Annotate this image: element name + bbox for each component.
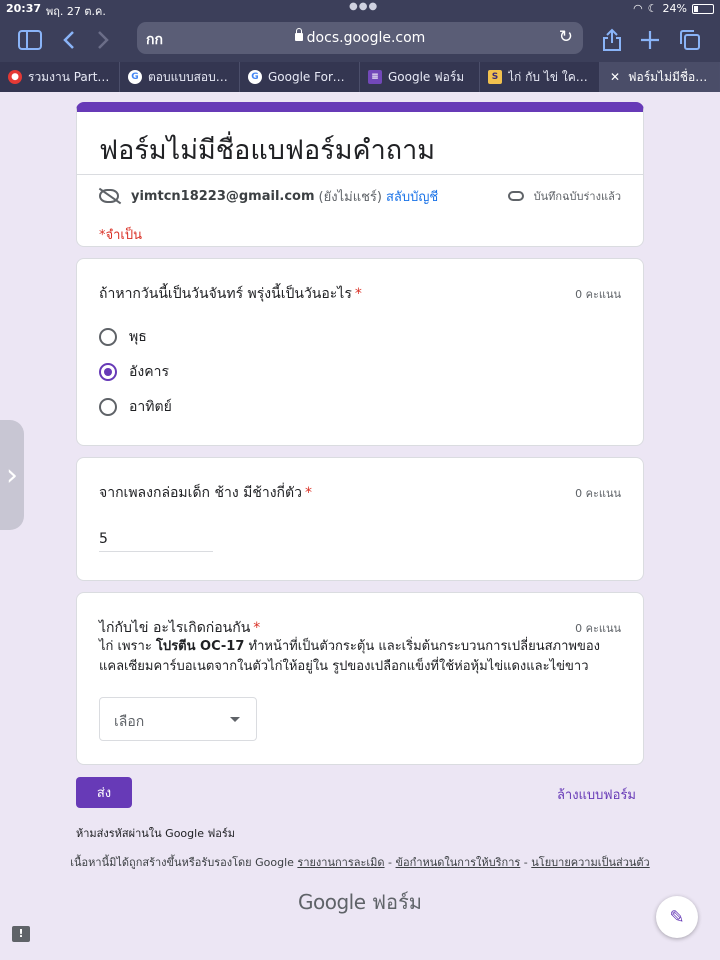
option-label: อาทิตย์: [129, 399, 172, 415]
browser-tab[interactable]: ● รวมงาน Part T...: [0, 62, 120, 92]
required-star: *: [354, 286, 362, 302]
question-card: ไก่กับไข่ อะไรเกิดก่อนกัน * 0 คะแนน ไก่ เ…: [76, 592, 644, 765]
question-title: ไก่กับไข่ อะไรเกิดก่อนกัน *: [99, 620, 261, 636]
submit-button[interactable]: ส่ง: [76, 777, 132, 808]
account-row: yimtcn18223@gmail.com (ยังไม่แชร์) สลับบ…: [99, 185, 621, 207]
form-title: ฟอร์มไม่มีชื่อแบฟอร์มคำถาม: [99, 135, 436, 166]
account-email: yimtcn18223@gmail.com: [131, 188, 315, 204]
question-card: ถ้าหากวันนี้เป็นวันจันทร์ พรุ่งนี้เป็นวั…: [76, 258, 644, 446]
clear-form-link[interactable]: ล้างแบบฟอร์ม: [557, 784, 636, 805]
battery-icon: [692, 3, 714, 14]
google-g-icon: G: [248, 70, 262, 84]
reload-icon[interactable]: ↻: [559, 27, 573, 47]
switch-account-link[interactable]: สลับบัญชี: [386, 186, 438, 207]
cloud-icon: [507, 191, 524, 201]
choice-dropdown[interactable]: เลือก: [99, 697, 257, 741]
question-points: 0 คะแนน: [575, 622, 621, 635]
eye-off-icon: [99, 189, 119, 203]
tab-title: ไก่ กับ ไข่ ใครเ...: [508, 69, 591, 84]
google-forms-logo: Google ฟอร์ม: [298, 890, 422, 914]
short-answer-input[interactable]: 5: [99, 528, 213, 552]
browser-tab[interactable]: G ตอบแบบสอบถ...: [120, 62, 240, 92]
password-warning: ห้ามส่งรหัสผ่านใน Google ฟอร์ม: [76, 827, 236, 840]
question-title: ถ้าหากวันนี้เป็นวันจันทร์ พรุ่งนี้เป็นวั…: [99, 286, 362, 302]
option-label: พุธ: [129, 329, 147, 345]
radio-button-selected[interactable]: [99, 363, 117, 381]
radio-button[interactable]: [99, 398, 117, 416]
browser-tab[interactable]: ≡ Google ฟอร์ม: [360, 62, 480, 92]
status-bar: 20:37 พฤ. 27 ต.ค. ●●● ◠ ☾ 24%: [0, 0, 720, 18]
privacy-link[interactable]: นโยบายความเป็นส่วนตัว: [531, 856, 649, 869]
multitask-dots-icon[interactable]: ●●●: [349, 1, 378, 12]
caret-down-icon: [230, 717, 240, 722]
browser-tab[interactable]: G Google Form...: [240, 62, 360, 92]
tabs-overview-icon[interactable]: [676, 26, 704, 54]
battery-percent: 24%: [662, 2, 687, 15]
radio-option[interactable]: อาทิตย์: [99, 397, 172, 417]
moon-icon: ☾: [647, 2, 658, 15]
terms-link[interactable]: ข้อกำหนดในการให้บริการ: [396, 856, 521, 869]
google-g-icon: G: [128, 70, 142, 84]
required-star: *: [304, 485, 312, 501]
question-points: 0 คะแนน: [575, 487, 621, 500]
disclaimer-text: เนื้อหานี้มิได้ถูกสร้างขึ้นหรือรับรองโดย…: [70, 856, 294, 869]
divider: [77, 174, 643, 175]
draft-status: บันทึกฉบับร่างแล้ว: [507, 187, 621, 205]
tab-title: ฟอร์มไม่มีชื่อแ...: [628, 69, 711, 84]
disclaimer: เนื้อหานี้มิได้ถูกสร้างขึ้นหรือรับรองโดย…: [70, 856, 650, 869]
question-card: จากเพลงกล่อมเด็ก ช้าง มีช้างกี่ตัว * 0 คะ…: [76, 457, 644, 581]
sidebar-icon[interactable]: [16, 26, 44, 54]
tab-title: Google ฟอร์ม: [388, 69, 465, 84]
browser-tab[interactable]: S ไก่ กับ ไข่ ใครเ...: [480, 62, 600, 92]
question-description: ไก่ เพราะ โปรตีน OC-17 ทำหน้าที่เป็นตัวก…: [99, 639, 601, 674]
google-forms-icon: ≡: [368, 70, 382, 84]
question-points: 0 คะแนน: [575, 288, 621, 301]
required-note: *จำเป็น: [99, 228, 142, 243]
lock-icon: [294, 28, 303, 41]
red-app-icon: ●: [8, 70, 22, 84]
edit-pencil-icon[interactable]: ✎: [656, 896, 698, 938]
address-url[interactable]: docs.google.com: [137, 28, 583, 46]
radio-option[interactable]: อังคาร: [99, 362, 169, 382]
tab-title: รวมงาน Part T...: [28, 69, 111, 84]
tab-title: ตอบแบบสอบถ...: [148, 69, 231, 84]
back-icon[interactable]: [55, 26, 83, 54]
close-icon[interactable]: ✕: [608, 70, 622, 84]
browser-toolbar: กก docs.google.com ↻: [0, 18, 720, 62]
question-title: จากเพลงกล่อมเด็ก ช้าง มีช้างกี่ตัว *: [99, 485, 312, 501]
forward-icon[interactable]: [89, 26, 117, 54]
radio-button[interactable]: [99, 328, 117, 346]
description-bold: โปรตีน OC-17: [155, 639, 245, 654]
radio-option[interactable]: พุธ: [99, 327, 147, 347]
tab-bar: ● รวมงาน Part T... G ตอบแบบสอบถ... G Goo…: [0, 62, 720, 92]
option-label: อังคาร: [129, 364, 169, 380]
required-star: *: [253, 620, 261, 636]
report-abuse-link[interactable]: รายงานการละเมิด: [297, 856, 384, 869]
share-icon[interactable]: [598, 26, 626, 54]
site-icon: S: [488, 70, 502, 84]
form-header-card: ฟอร์มไม่มีชื่อแบฟอร์มคำถาม yimtcn18223@g…: [76, 102, 644, 247]
account-note: (ยังไม่แชร์): [318, 189, 382, 205]
dropdown-placeholder: เลือก: [114, 714, 145, 730]
status-time: 20:37: [6, 2, 42, 15]
wifi-icon: ◠: [633, 2, 643, 15]
url-text: docs.google.com: [306, 30, 426, 46]
draft-status-text: บันทึกฉบับร่างแล้ว: [533, 190, 621, 203]
chevron-right-icon: ›: [6, 457, 18, 493]
tab-title: Google Form...: [268, 70, 351, 84]
new-tab-icon[interactable]: [636, 26, 664, 54]
report-icon[interactable]: !: [12, 926, 30, 942]
side-panel-handle[interactable]: ›: [0, 420, 24, 530]
status-right: ◠ ☾ 24%: [633, 2, 714, 15]
browser-tab-active[interactable]: ✕ ฟอร์มไม่มีชื่อแ...: [600, 62, 720, 92]
battery-fill: [694, 5, 698, 12]
address-bar[interactable]: กก docs.google.com ↻: [137, 22, 583, 54]
